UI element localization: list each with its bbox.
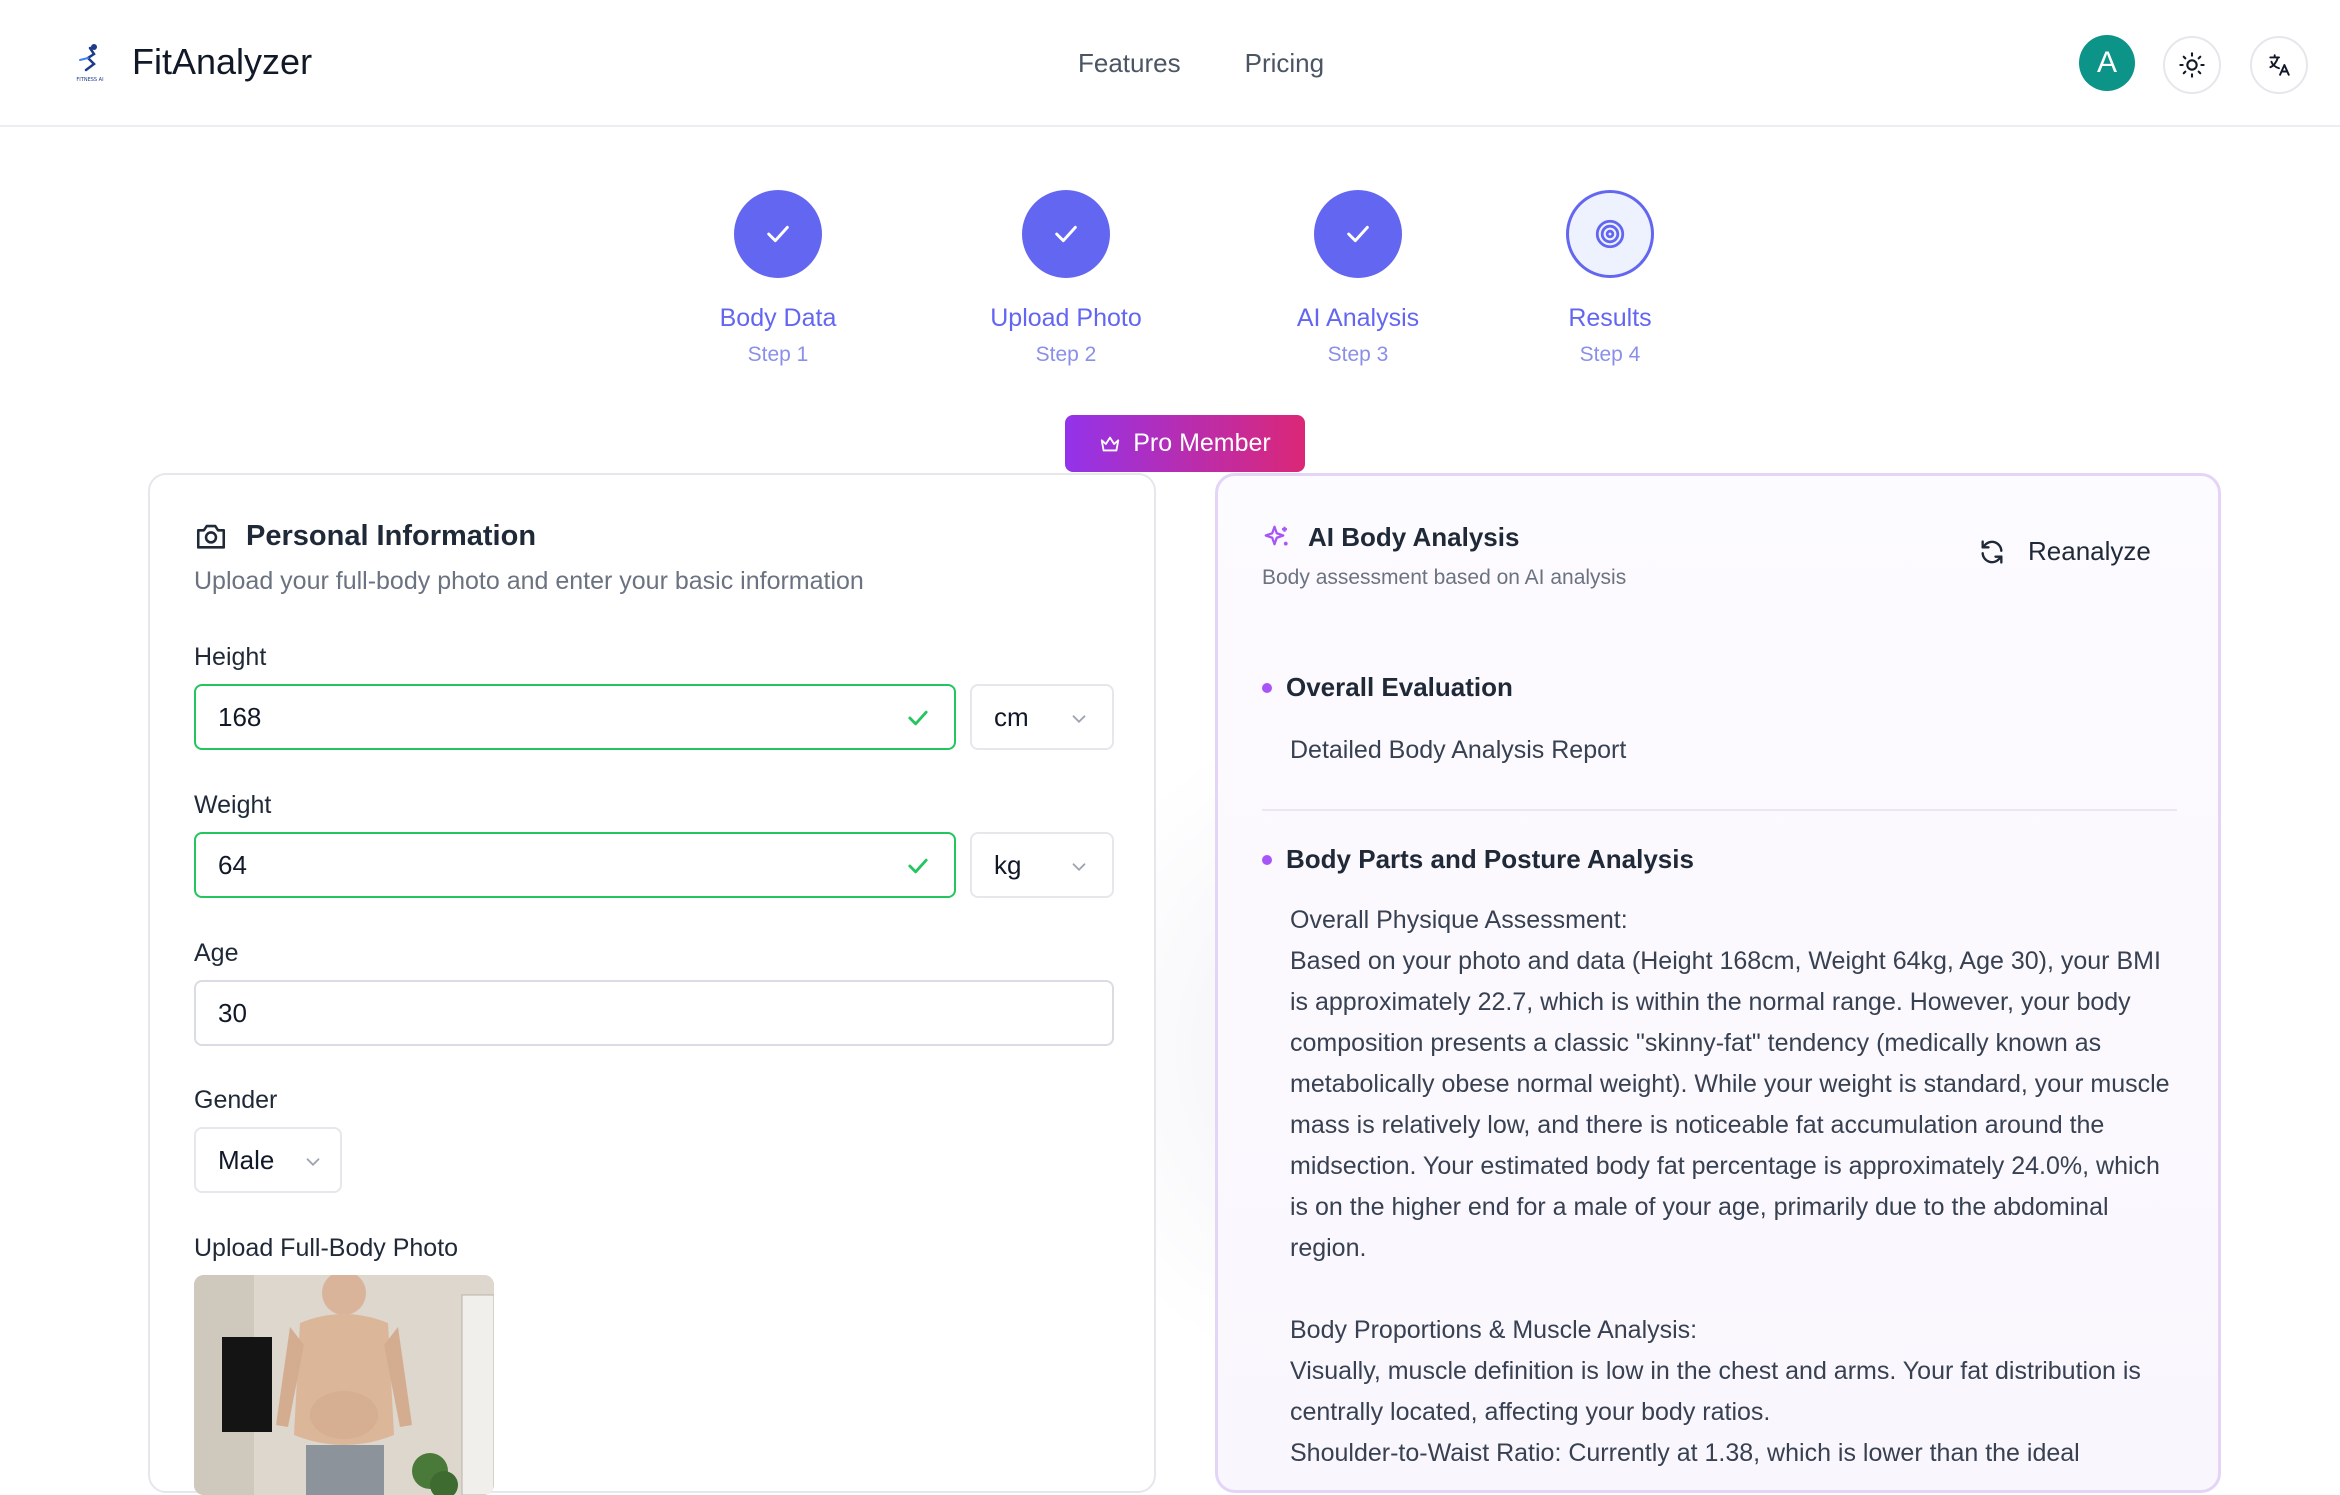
photo-upload-label: Upload Full-Body Photo [194,1234,459,1262]
step-upload-photo[interactable]: Upload Photo Step 2 [956,190,1176,367]
weight-input[interactable]: 64 [194,832,956,898]
proportions-text: Visually, muscle definition is low in th… [1290,1357,2141,1426]
personal-info-description: Upload your full-body photo and enter yo… [194,567,864,595]
gender-label: Gender [194,1086,278,1114]
brand[interactable]: FITNESS AI FitAnalyzer [68,40,312,84]
valid-check-icon [908,858,928,874]
bullet-dot [1262,854,1272,865]
age-input[interactable]: 30 [194,980,1114,1046]
step-complete-circle [1314,190,1402,278]
height-value: 168 [218,701,262,732]
nav-link-pricing[interactable]: Pricing [1245,48,1324,79]
section-divider [1262,809,2177,811]
step-number: Step 3 [1327,343,1389,366]
body-photo-illustration [194,1275,494,1495]
avatar-initial: A [2096,46,2117,79]
pro-member-badge: Pro Member [1065,415,1305,472]
weight-unit-value: kg [994,849,1022,880]
overall-evaluation-title: Overall Evaluation [1286,672,1513,702]
pro-member-label: Pro Member [1133,429,1271,457]
theme-toggle-button[interactable] [2163,36,2221,94]
posture-analysis-body: Overall Physique Assessment: Based on yo… [1290,900,2180,1474]
check-icon [1347,225,1369,243]
step-body-data[interactable]: Body Data Step 1 [668,190,888,367]
logo-caption: FITNESS AI [76,77,103,83]
valid-check-icon [908,710,928,726]
reanalyze-label: Reanalyze [2028,536,2151,566]
chevron-down-icon [306,1158,320,1167]
weight-value: 64 [218,849,247,880]
step-current-circle [1566,190,1654,278]
ai-analysis-header: AI Body Analysis [1262,522,1519,553]
personal-info-title: Personal Information [246,519,537,552]
sparkles-icon [1264,525,1288,545]
height-unit-select[interactable]: cm [970,684,1114,750]
shoulder-waist-text: Shoulder-to-Waist Ratio: Currently at 1.… [1290,1439,2080,1467]
physique-text: Based on your photo and data (Height 168… [1290,947,2170,1262]
chevron-down-icon [1072,715,1086,724]
overall-evaluation-heading: Overall Evaluation [1262,672,1513,703]
height-label: Height [194,643,267,671]
uploaded-body-photo[interactable] [194,1275,494,1495]
target-icon [1595,219,1625,249]
top-navbar: FITNESS AI FitAnalyzer Features Pricing … [0,0,2340,127]
reanalyze-button[interactable]: Reanalyze [1978,536,2151,567]
step-number: Step 4 [1579,343,1641,366]
step-label: Body Data [719,304,837,332]
check-icon [767,225,789,243]
step-label: AI Analysis [1296,304,1420,332]
brand-name: FitAnalyzer [132,41,313,82]
posture-analysis-heading: Body Parts and Posture Analysis [1262,844,1694,875]
progress-stepper: Body Data Step 1 Upload Photo Step 2 AI … [0,190,2340,380]
refresh-icon [1981,539,2003,564]
check-icon [1055,225,1077,243]
step-label: Results [1568,304,1652,332]
weight-label: Weight [194,791,272,819]
proportions-heading: Body Proportions & Muscle Analysis: [1290,1316,1698,1344]
step-complete-circle [734,190,822,278]
avatar[interactable]: A [2079,35,2135,91]
weight-unit-select[interactable]: kg [970,832,1114,898]
brand-logo: FITNESS AI [68,40,112,84]
step-results[interactable]: Results Step 4 [1500,190,1720,367]
height-unit-value: cm [994,701,1029,732]
posture-analysis-title: Body Parts and Posture Analysis [1286,844,1694,874]
language-button[interactable] [2250,36,2308,94]
physique-heading: Overall Physique Assessment: [1290,906,1628,934]
step-number: Step 1 [747,343,809,366]
step-ai-analysis[interactable]: AI Analysis Step 3 [1248,190,1468,367]
step-label: Upload Photo [990,304,1142,332]
age-label: Age [194,939,239,967]
personal-info-card: Personal Information Upload your full-bo… [148,473,1156,1495]
translate-icon [2269,54,2290,76]
gender-select[interactable]: Male [194,1127,342,1193]
bullet-dot [1262,682,1272,693]
ai-analysis-subtitle: Body assessment based on AI analysis [1262,566,1627,589]
step-number: Step 2 [1035,343,1097,366]
nav-links: Features Pricing [1078,48,1324,79]
sun-icon [2179,52,2205,78]
ai-analysis-card: AI Body Analysis Body assessment based o… [1215,473,2221,1493]
camera-icon [196,524,226,549]
step-complete-circle [1022,190,1110,278]
ai-analysis-title: AI Body Analysis [1308,522,1520,552]
overall-evaluation-body: Detailed Body Analysis Report [1290,736,1627,764]
card-title: Personal Information [194,519,536,553]
nav-link-features[interactable]: Features [1078,48,1181,79]
gender-value: Male [218,1144,275,1175]
height-input[interactable]: 168 [194,684,956,750]
age-value: 30 [218,997,247,1028]
crown-icon [1101,436,1120,451]
chevron-down-icon [1072,863,1086,872]
